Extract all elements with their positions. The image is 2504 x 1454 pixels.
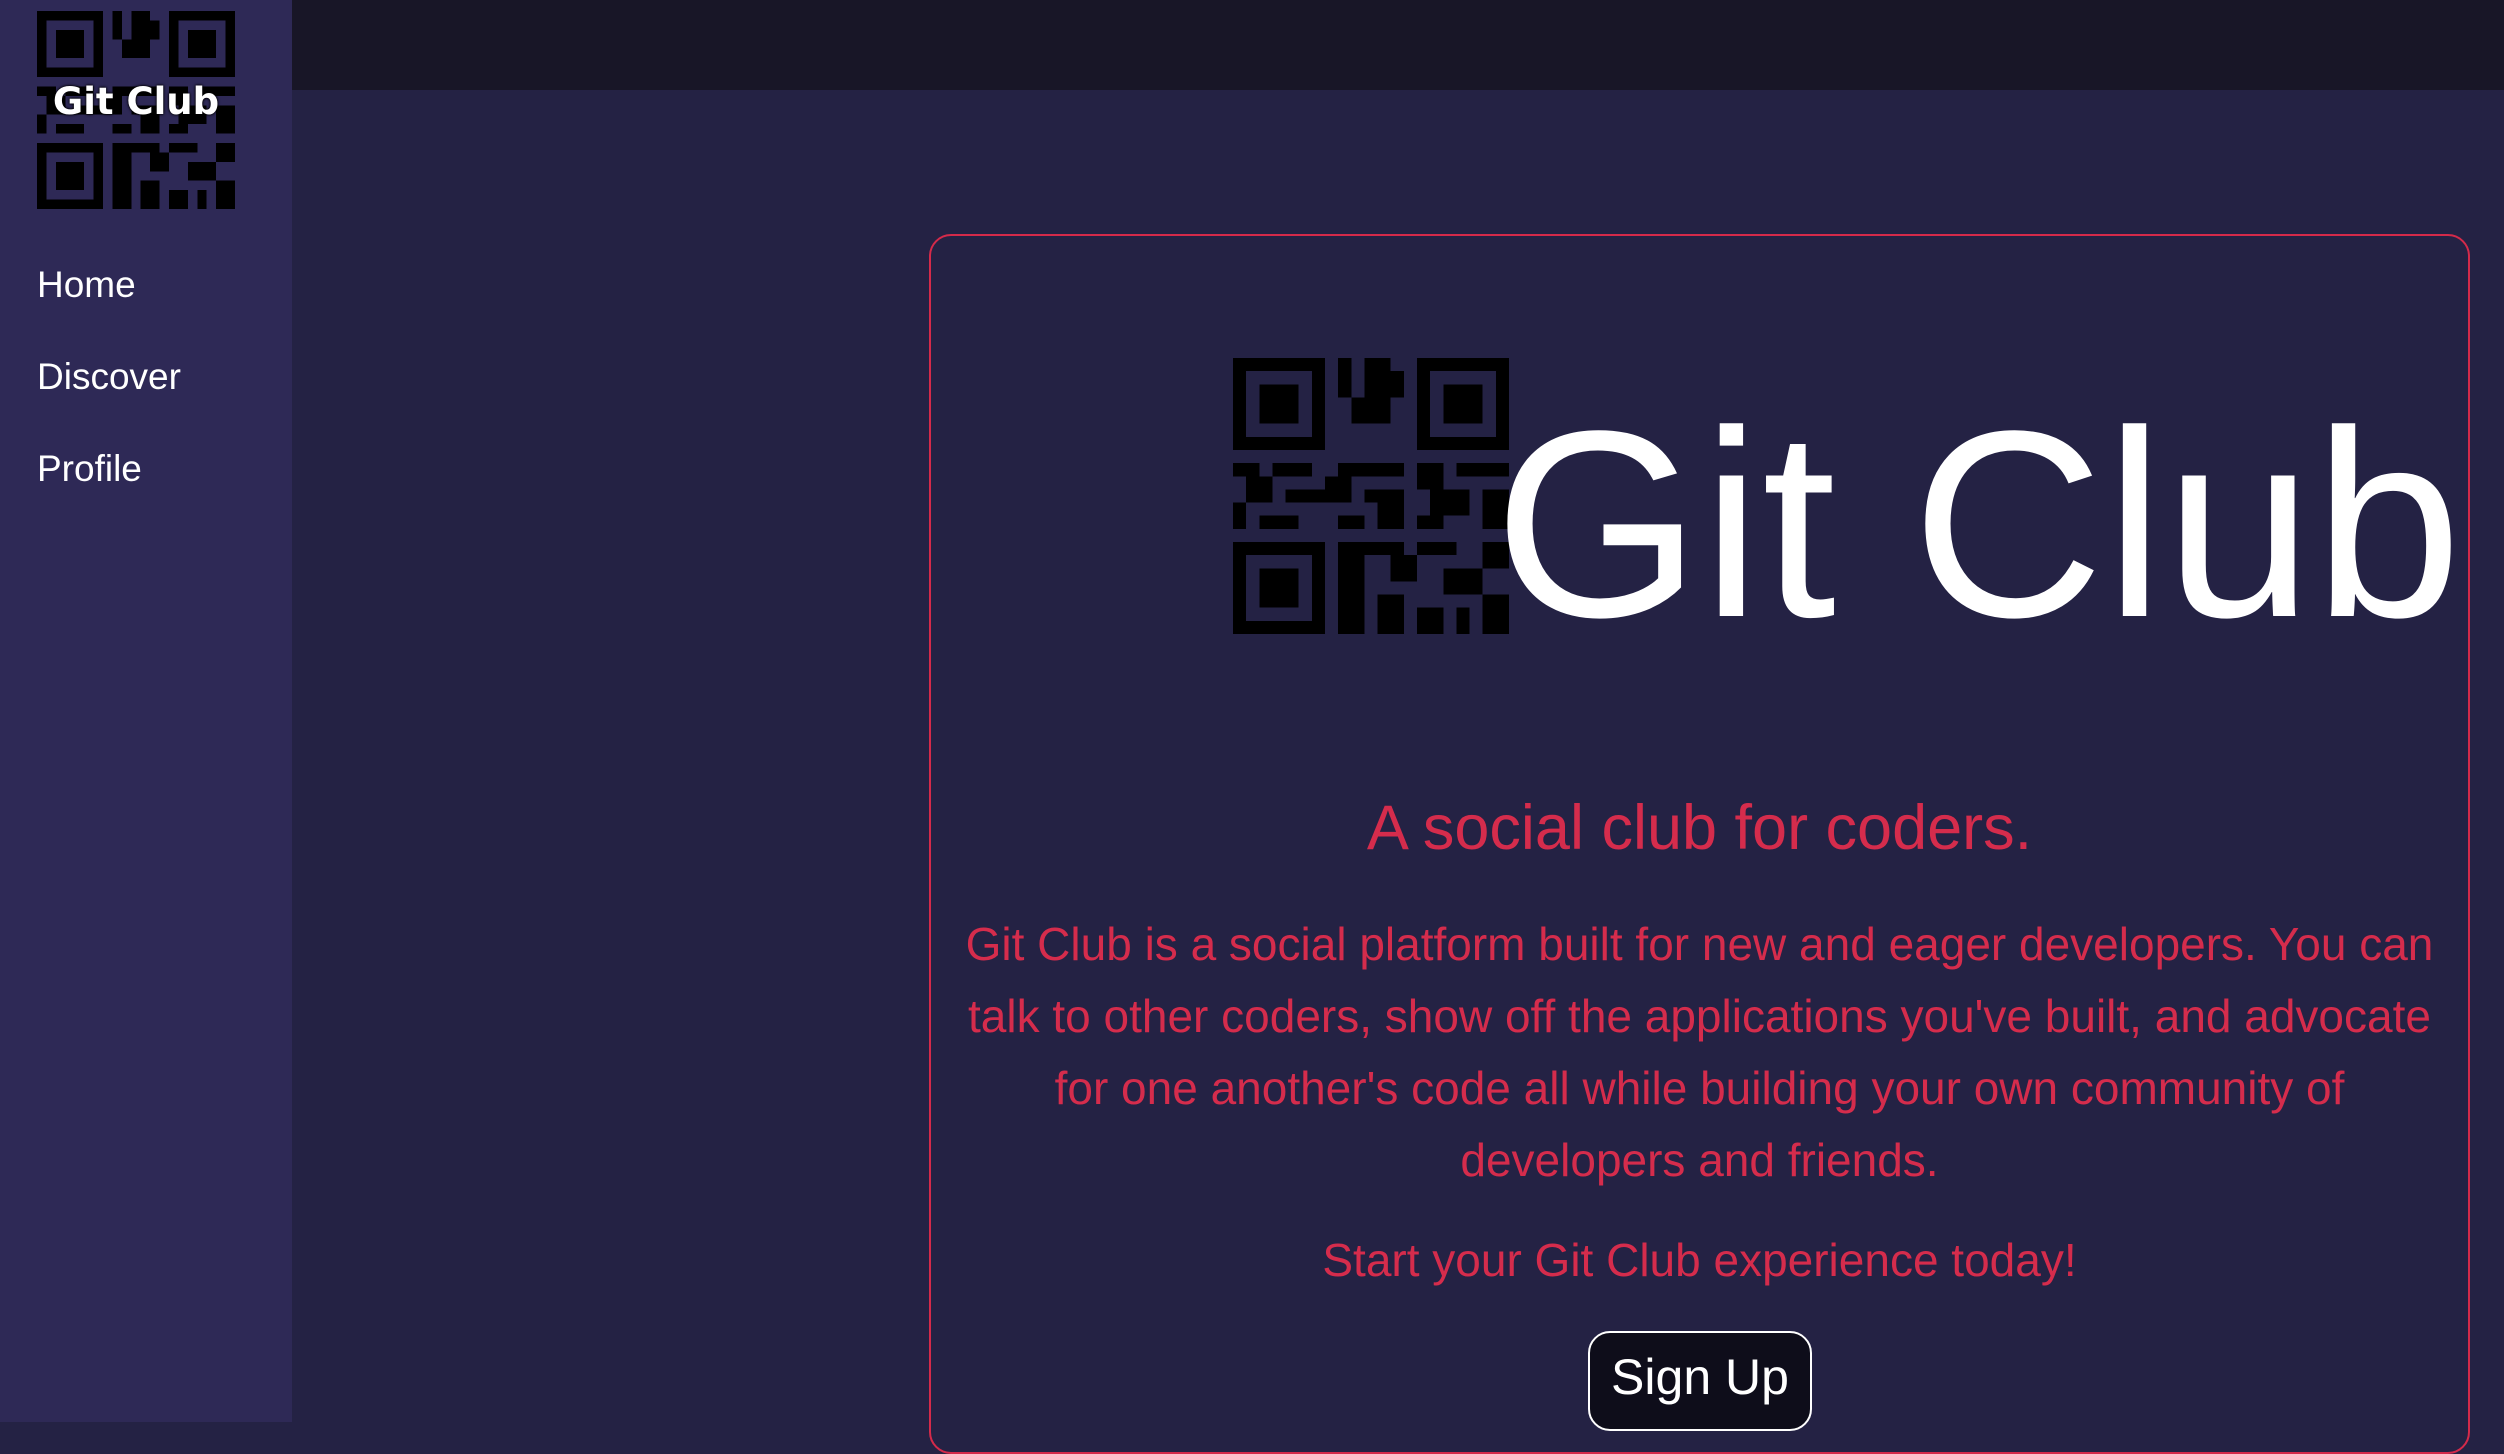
sidebar-logo-text: Git Club xyxy=(52,80,220,123)
hero-tagline: A social club for coders. xyxy=(1366,793,2033,863)
sidebar-nav: Home Discover Profile xyxy=(37,262,181,538)
hero-description: Git Club is a social platform built for … xyxy=(965,918,2434,1186)
cta-text: Start your Git Club experience today! xyxy=(1322,1234,2077,1286)
sidebar-item-profile[interactable]: Profile xyxy=(37,446,181,492)
sign-up-button[interactable]: Sign Up xyxy=(1588,1331,1812,1431)
sidebar: Git Club Home Discover Profile xyxy=(0,0,292,1422)
sidebar-logo[interactable]: Git Club xyxy=(37,11,235,209)
sidebar-item-discover[interactable]: Discover xyxy=(37,354,181,400)
hero-title: Git Club xyxy=(1494,376,2463,673)
qr-code-icon xyxy=(1233,358,1509,634)
hero-logo xyxy=(1233,358,1509,634)
top-bar xyxy=(292,0,2504,90)
sidebar-item-home[interactable]: Home xyxy=(37,262,181,308)
